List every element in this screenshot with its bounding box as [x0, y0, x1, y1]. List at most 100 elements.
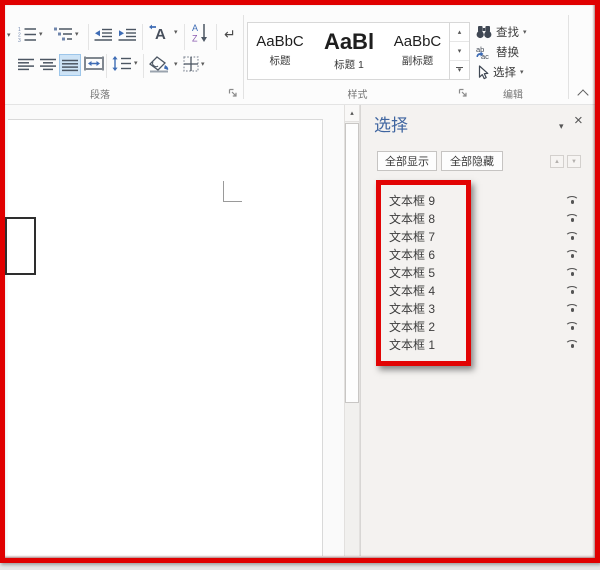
- align-center-button[interactable]: [40, 58, 56, 71]
- align-left-button[interactable]: [18, 58, 34, 71]
- show-all-button[interactable]: 全部显示: [377, 151, 437, 171]
- style-item-subtitle[interactable]: AaBbC 副标题: [386, 23, 449, 79]
- multilevel-list-icon: [54, 26, 73, 42]
- line-spacing-button[interactable]: ▾: [112, 56, 138, 71]
- selection-pane: 选择 ▾ × 全部显示 全部隐藏 ▲ ▼ 文本框 9 文本框 8: [360, 105, 596, 556]
- line-spacing-icon: [112, 56, 132, 71]
- find-button[interactable]: 查找 ▾: [476, 24, 527, 40]
- visible-eye-icon[interactable]: [565, 268, 580, 277]
- borders-grid-icon: [183, 56, 199, 72]
- chevron-down-icon: ▾: [458, 69, 462, 73]
- separator: [184, 24, 185, 50]
- style-name: 副标题: [402, 53, 434, 68]
- visible-eye-icon[interactable]: [565, 322, 580, 331]
- chevron-down-icon: ▾: [520, 69, 524, 76]
- visible-eye-icon[interactable]: [565, 250, 580, 259]
- red-highlight-annotation: [376, 180, 471, 366]
- styles-dialog-launcher-icon[interactable]: [458, 88, 468, 98]
- chevron-down-icon: ▾: [134, 60, 138, 67]
- justify-icon: [62, 59, 78, 72]
- distribute-icon: [84, 56, 104, 71]
- document-area[interactable]: ▴: [5, 105, 360, 556]
- pane-menu-chevron-icon[interactable]: ▾: [559, 121, 564, 132]
- pane-title: 选择: [374, 111, 408, 136]
- shading-button[interactable]: ▾: [149, 56, 178, 73]
- paragraph-dialog-launcher-icon[interactable]: [228, 88, 238, 98]
- sort-button[interactable]: A Z: [191, 22, 209, 43]
- pane-close-icon[interactable]: ×: [574, 113, 583, 128]
- distribute-button[interactable]: [84, 56, 104, 71]
- reorder-down-button-disabled[interactable]: ▼: [567, 155, 581, 168]
- collapse-ribbon-icon[interactable]: [577, 89, 588, 100]
- chevron-down-icon: ▾: [174, 61, 178, 68]
- multilevel-list-button[interactable]: ▾: [54, 26, 79, 42]
- paragraph-mark-icon: ↵: [224, 26, 236, 43]
- select-cursor-icon: [476, 65, 489, 80]
- document-page[interactable]: [8, 119, 323, 556]
- style-sample: AaBbC: [256, 34, 304, 49]
- chevron-down-icon: ▾: [174, 29, 178, 36]
- style-item-heading1[interactable]: AaBl 标题 1: [312, 23, 386, 79]
- visible-eye-icon[interactable]: [565, 340, 580, 349]
- asian-layout-button[interactable]: A ▾: [148, 23, 178, 42]
- character-scaling-icon: A: [148, 23, 172, 42]
- visible-eye-icon[interactable]: [565, 286, 580, 295]
- numbered-list-icon: 123: [18, 26, 37, 42]
- svg-text:A: A: [192, 23, 198, 33]
- scroll-up-icon: ▴: [350, 109, 354, 117]
- styles-gallery: AaBbC 标题 AaBl 标题 1 AaBbC 副标题 ▴ ▾ ▾: [247, 22, 470, 80]
- bullets-dropdown-icon[interactable]: ▾: [7, 32, 11, 39]
- select-button[interactable]: 选择 ▾: [476, 64, 524, 80]
- gallery-more-button[interactable]: ▾: [450, 61, 469, 79]
- svg-text:Z: Z: [192, 34, 198, 44]
- group-separator: [568, 15, 569, 99]
- chevron-down-icon: ▾: [201, 61, 205, 68]
- visible-eye-icon[interactable]: [565, 232, 580, 241]
- app-window: ▾ 123 ▾ ▾: [0, 0, 600, 563]
- scrollbar-up-button[interactable]: ▴: [345, 105, 359, 122]
- select-label: 选择: [493, 64, 516, 80]
- separator: [142, 24, 143, 50]
- show-hide-marks-button[interactable]: ↵: [224, 26, 236, 43]
- hide-all-button[interactable]: 全部隐藏: [441, 151, 503, 171]
- increase-indent-button[interactable]: [118, 28, 137, 41]
- scrollbar-thumb[interactable]: [345, 123, 359, 403]
- margin-corner-mark: [223, 181, 242, 202]
- textbox-shape-on-page[interactable]: [5, 217, 36, 275]
- group-separator: [243, 15, 244, 99]
- decrease-indent-button[interactable]: [94, 28, 113, 41]
- document-scrollbar[interactable]: ▴: [344, 105, 360, 556]
- up-triangle-icon: ▲: [554, 159, 560, 165]
- svg-text:3: 3: [18, 38, 21, 42]
- sort-az-icon: A Z: [191, 22, 209, 43]
- paragraph-group-label: 段落: [45, 86, 155, 101]
- style-name: 标题 1: [334, 57, 364, 72]
- styles-gallery-scroll: ▴ ▾ ▾: [449, 23, 469, 79]
- align-left-icon: [18, 58, 34, 71]
- find-binoculars-icon: [476, 25, 492, 39]
- visible-eye-icon[interactable]: [565, 214, 580, 223]
- increase-indent-icon: [118, 28, 137, 41]
- ribbon: ▾ 123 ▾ ▾: [5, 5, 595, 105]
- chevron-down-icon: ▾: [75, 31, 79, 38]
- replace-icon: ab ac: [476, 45, 492, 59]
- visible-eye-icon[interactable]: [565, 304, 580, 313]
- visible-eye-icon[interactable]: [565, 196, 580, 205]
- style-item-title[interactable]: AaBbC 标题: [248, 23, 312, 79]
- scroll-down-icon: ▾: [458, 47, 462, 55]
- decrease-indent-icon: [94, 28, 113, 41]
- align-center-icon: [40, 58, 56, 71]
- numbered-list-button[interactable]: 123 ▾: [18, 26, 43, 42]
- separator: [216, 24, 217, 50]
- separator: [88, 24, 89, 50]
- style-name: 标题: [270, 53, 291, 68]
- gallery-scroll-down-button[interactable]: ▾: [450, 42, 469, 61]
- replace-button[interactable]: ab ac 替换: [476, 44, 519, 60]
- borders-button[interactable]: ▾: [183, 56, 205, 72]
- chevron-down-icon: ▾: [523, 29, 527, 36]
- gallery-scroll-up-button[interactable]: ▴: [450, 23, 469, 42]
- reorder-up-button-disabled[interactable]: ▲: [550, 155, 564, 168]
- justify-button-selected[interactable]: [60, 55, 80, 75]
- find-label: 查找: [496, 24, 519, 40]
- chevron-down-icon: ▾: [39, 31, 43, 38]
